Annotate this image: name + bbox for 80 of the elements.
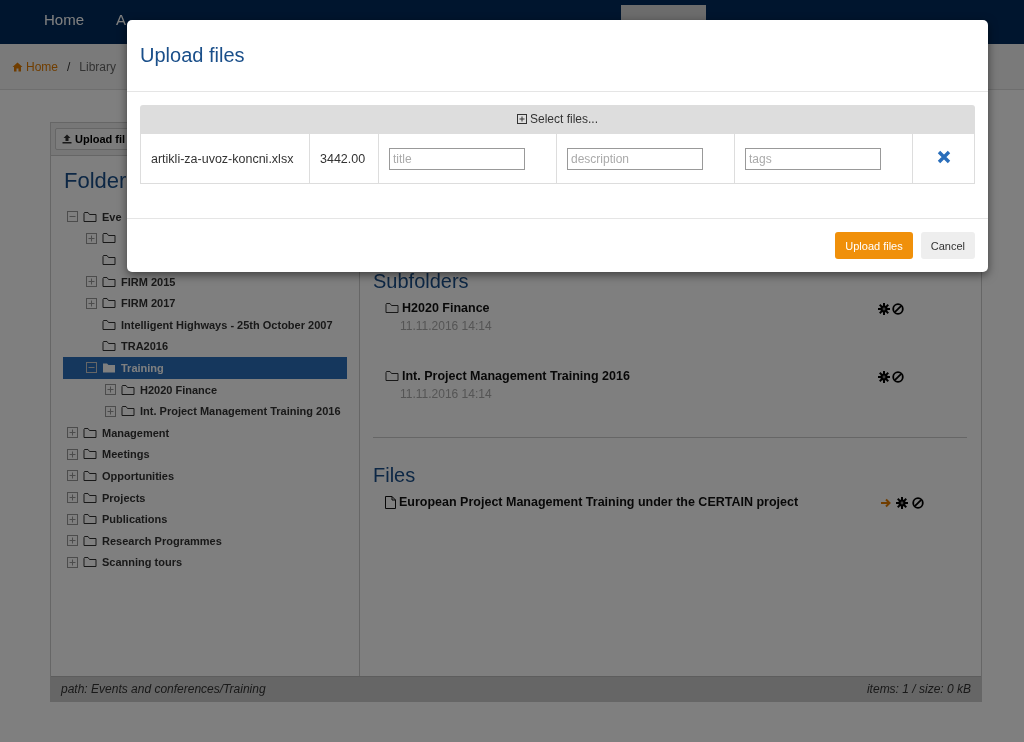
expand-icon[interactable] bbox=[105, 405, 116, 417]
tree-item[interactable]: Management bbox=[63, 421, 347, 444]
folder-icon bbox=[83, 513, 97, 526]
gear-icon[interactable] bbox=[896, 497, 908, 509]
expand-icon[interactable] bbox=[86, 276, 97, 288]
file-name-cell: artikli-za-uvoz-koncni.xlsx bbox=[140, 133, 310, 184]
file-icon bbox=[385, 495, 396, 509]
tree-item[interactable]: Intelligent Highways - 25th October 2007 bbox=[63, 313, 347, 336]
tree-item[interactable]: Scanning tours bbox=[63, 551, 347, 574]
upload-files-button[interactable]: Upload files bbox=[835, 232, 913, 259]
arrow-right-icon[interactable] bbox=[880, 497, 892, 509]
home-icon bbox=[12, 61, 23, 72]
cancel-button[interactable]: Cancel bbox=[920, 232, 975, 259]
tree-item[interactable]: Training bbox=[63, 357, 347, 379]
tree-item[interactable]: FIRM 2015 bbox=[63, 270, 347, 293]
folder-icon bbox=[121, 405, 135, 418]
collapse-icon[interactable] bbox=[86, 362, 97, 374]
tree-item[interactable]: Eve bbox=[63, 206, 347, 228]
folder-icon bbox=[385, 370, 399, 382]
expand-icon[interactable] bbox=[67, 470, 78, 482]
folder-icon bbox=[102, 340, 116, 353]
upload-icon bbox=[62, 134, 72, 144]
breadcrumb-item: Library bbox=[79, 59, 117, 74]
file-link[interactable]: European Project Management Training under the CERTAIN project bbox=[385, 495, 799, 509]
tree-item[interactable]: FIRM 2017 bbox=[63, 292, 347, 314]
collapse-icon[interactable] bbox=[67, 211, 78, 223]
gear-icon[interactable] bbox=[878, 371, 890, 383]
expand-icon[interactable] bbox=[67, 556, 78, 568]
section-title: Subfolders bbox=[373, 270, 470, 293]
folder-icon bbox=[83, 426, 97, 439]
folder-icon bbox=[102, 254, 116, 266]
section-title: Files bbox=[373, 464, 417, 487]
expand-icon[interactable] bbox=[86, 232, 97, 244]
input-field[interactable]: tags bbox=[745, 147, 881, 170]
gear-icon[interactable] bbox=[878, 303, 890, 315]
folder-icon bbox=[83, 534, 97, 547]
folder-icon bbox=[385, 302, 399, 314]
expand-icon[interactable] bbox=[105, 384, 116, 396]
tree-item[interactable]: H2020 Finance bbox=[63, 378, 347, 401]
tree-item[interactable]: Opportunities bbox=[63, 465, 347, 487]
folder-icon bbox=[102, 297, 116, 310]
folder-icon bbox=[102, 275, 116, 288]
tree-item[interactable]: Int. Project Management Training 2016 bbox=[63, 400, 347, 422]
expand-icon[interactable] bbox=[67, 535, 78, 547]
plus-square-icon bbox=[517, 114, 527, 124]
expand-icon[interactable] bbox=[67, 427, 78, 439]
folder-icon bbox=[102, 361, 116, 374]
tree-item[interactable]: Projects bbox=[63, 486, 347, 509]
file-size-cell: 3442.00 bbox=[309, 133, 379, 184]
folder-icon bbox=[83, 556, 97, 569]
summary-text: items: 1 / size: 0 kB bbox=[866, 682, 971, 696]
folder-icon bbox=[102, 232, 116, 245]
ban-icon[interactable] bbox=[892, 303, 904, 315]
folder-icon bbox=[121, 383, 135, 396]
ban-icon[interactable] bbox=[892, 371, 904, 383]
tree-item[interactable]: Publications bbox=[63, 508, 347, 530]
expand-icon[interactable] bbox=[67, 448, 78, 460]
expand-icon[interactable] bbox=[67, 513, 78, 525]
ban-icon[interactable] bbox=[912, 497, 924, 509]
tree-item[interactable]: Research Programmes bbox=[63, 529, 347, 552]
input-field[interactable]: description bbox=[567, 147, 703, 170]
folder-icon bbox=[83, 469, 97, 482]
select-files-button[interactable]: Select files... bbox=[140, 105, 975, 133]
folder-icon bbox=[83, 210, 97, 223]
folder-icon bbox=[102, 318, 116, 331]
breadcrumb-separator: / bbox=[67, 59, 71, 74]
subfolder-link[interactable]: H2020 Finance bbox=[385, 301, 492, 315]
subfolder-link[interactable]: Int. Project Management Training 2016 bbox=[385, 369, 630, 383]
nav-tab[interactable]: Home bbox=[28, 0, 100, 39]
tree-title: Folder bbox=[64, 168, 128, 194]
close-icon[interactable] bbox=[936, 150, 951, 164]
dialog-title: Upload files bbox=[140, 44, 245, 67]
folder-icon bbox=[83, 491, 97, 504]
path-text: path: Events and conferences/Training bbox=[61, 682, 266, 696]
expand-icon[interactable] bbox=[86, 297, 97, 309]
input-field[interactable]: title bbox=[389, 147, 525, 170]
tree-item[interactable]: Meetings bbox=[63, 443, 347, 466]
folder-icon bbox=[83, 448, 97, 461]
expand-icon[interactable] bbox=[67, 492, 78, 503]
tree-item[interactable]: TRA2016 bbox=[63, 335, 347, 358]
